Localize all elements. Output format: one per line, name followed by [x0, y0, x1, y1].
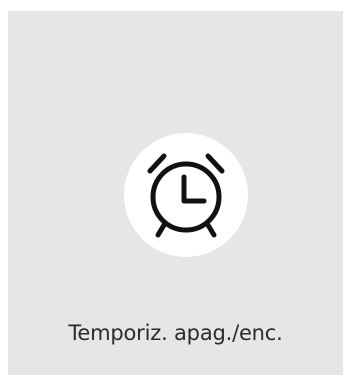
alarm-clock-icon	[147, 153, 225, 238]
page: Temporiz. apag./enc.	[0, 0, 351, 388]
timer-tile[interactable]: Temporiz. apag./enc.	[8, 11, 343, 375]
icon-circle	[124, 133, 248, 257]
tile-label: Temporiz. apag./enc.	[68, 321, 283, 345]
